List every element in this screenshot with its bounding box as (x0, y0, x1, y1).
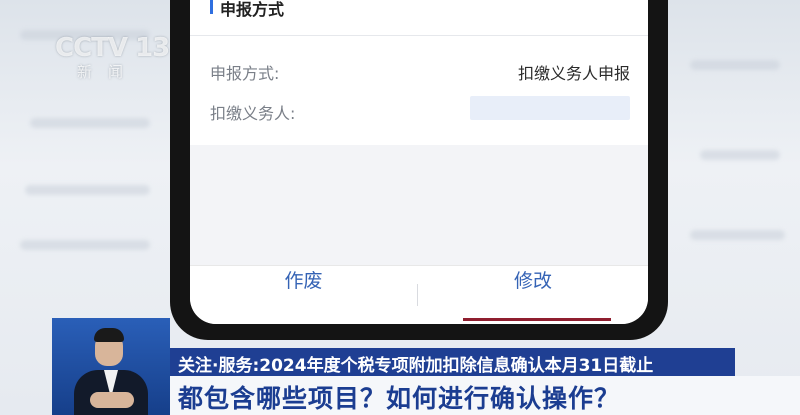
section-divider (190, 35, 648, 36)
news-subtitle-bar: 都包含哪些项目？如何进行确认操作？ (170, 376, 800, 415)
channel-logo-sub: 新闻 (77, 63, 140, 81)
declaration-method-value: 扣缴义务人申报 (517, 64, 630, 83)
modify-button[interactable]: 修改 (418, 266, 648, 324)
channel-logo-main: CCTV 13 (55, 33, 170, 63)
declaration-card: 申报方式 申报方式: 扣缴义务人申报 扣缴义务人: (190, 0, 648, 145)
sign-language-anchor-inset (52, 318, 170, 415)
action-footer: 作废 修改 (190, 265, 648, 324)
section-title: 申报方式 (220, 0, 285, 19)
phone-frame: 申报方式 申报方式: 扣缴义务人申报 扣缴义务人: 作废 修改 (170, 0, 668, 340)
blurred-text-line (25, 185, 150, 195)
withholding-agent-field[interactable] (470, 96, 630, 120)
phone-screen: 申报方式 申报方式: 扣缴义务人申报 扣缴义务人: 作废 修改 (190, 0, 648, 324)
blurred-text-line (700, 150, 780, 160)
modify-active-underline (463, 318, 611, 321)
anchor-hair (94, 328, 124, 342)
news-subtitle: 都包含哪些项目？如何进行确认操作？ (178, 384, 621, 413)
declaration-method-label: 申报方式: (210, 64, 280, 83)
anchor-hands (90, 392, 134, 408)
section-accent-bar (210, 0, 213, 14)
news-headline: 关注·服务:2024年度个税专项附加扣除信息确认本月31日截止 (178, 356, 654, 376)
news-headline-bar: 关注·服务:2024年度个税专项附加扣除信息确认本月31日截止 (170, 348, 735, 376)
withholding-agent-label: 扣缴义务人: (210, 104, 296, 123)
channel-logo: CCTV 13 新闻 (55, 33, 170, 82)
void-button[interactable]: 作废 (190, 266, 417, 324)
blurred-text-line (690, 60, 780, 70)
blurred-text-line (690, 230, 785, 240)
blurred-text-line (20, 240, 150, 250)
blurred-text-line (30, 118, 150, 128)
